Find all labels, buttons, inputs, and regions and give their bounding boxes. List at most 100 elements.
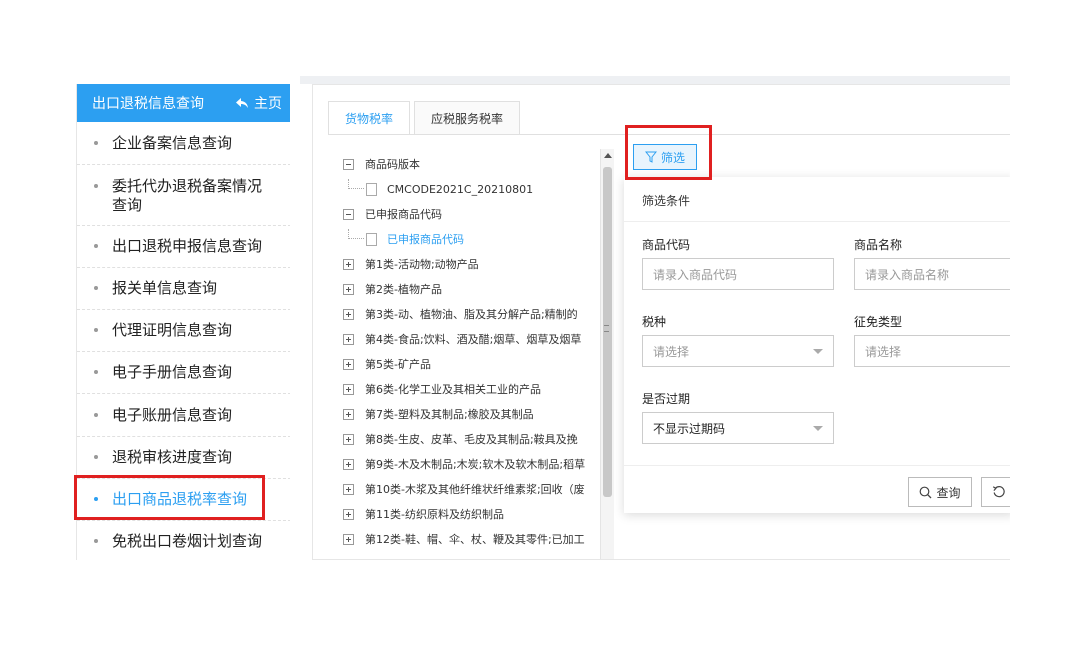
name-input[interactable]: 请录入商品名称 (854, 258, 1010, 290)
back-arrow-icon (236, 98, 248, 108)
sidebar: 出口退税信息查询 主页 企业备案信息查询 委托代办退税备案情况 查询 出口退税申… (76, 84, 290, 560)
tab-goods-rate[interactable]: 货物税率 (328, 101, 411, 135)
file-icon (366, 182, 377, 196)
grip-icon (604, 325, 609, 332)
query-button-label: 查询 (936, 485, 961, 500)
expired-label: 是否过期 (642, 392, 691, 406)
collapse-icon[interactable] (343, 208, 354, 220)
expired-select[interactable]: 不显示过期码 (642, 412, 834, 444)
sidebar-item-label: 电子账册信息查询 (112, 406, 233, 424)
tree-scrollbar[interactable] (600, 149, 614, 559)
filter-button[interactable]: 筛选 (633, 144, 697, 170)
expand-icon[interactable] (343, 408, 354, 420)
search-icon (920, 486, 932, 498)
tree-leaf-cmcode[interactable]: CMCODE2021C_20210801 (343, 179, 533, 199)
bullet-icon (94, 328, 98, 332)
tree-node-class[interactable]: 第11类-纺织原料及纺织制品 (343, 504, 504, 524)
expand-icon[interactable] (343, 558, 354, 559)
exempt-type-select[interactable]: 请选择 (854, 335, 1010, 367)
sidebar-item-agency-cert[interactable]: 代理证明信息查询 (77, 321, 290, 340)
refresh-icon (992, 486, 1005, 498)
expand-icon[interactable] (343, 308, 354, 320)
sidebar-item-label: 电子手册信息查询 (112, 363, 233, 381)
bullet-icon (94, 497, 98, 501)
home-link[interactable]: 主页 (235, 84, 282, 122)
expand-icon[interactable] (343, 458, 354, 470)
reset-button[interactable] (981, 477, 1010, 507)
code-label: 商品代码 (642, 238, 691, 252)
expand-icon[interactable] (343, 358, 354, 370)
sidebar-header: 出口退税信息查询 主页 (77, 84, 290, 122)
tab-bar: 货物税率 应税服务税率 (328, 101, 524, 135)
tree-node-class[interactable]: 第2类-植物产品 (343, 279, 442, 299)
bullet-icon (94, 370, 98, 374)
tree-node-class[interactable]: 第1类-活动物;动物产品 (343, 254, 479, 274)
tree-node-class[interactable]: 第12类-鞋、帽、伞、杖、鞭及其零件;已加工 (343, 529, 585, 549)
filter-panel: 筛选条件 商品代码 商品名称 请录入商品代码 请录入商品名称 税种 征免类型 请… (624, 177, 1010, 513)
tree-leaf-declared[interactable]: 已申报商品代码 (343, 229, 464, 249)
tree-node-class[interactable]: 第8类-生皮、皮革、毛皮及其制品;鞍具及挽 (343, 429, 578, 449)
chevron-down-icon (813, 349, 823, 354)
tree-node-class[interactable]: 第7类-塑料及其制品;橡胶及其制品 (343, 404, 534, 424)
filter-button-label: 筛选 (660, 150, 685, 165)
tax-type-select[interactable]: 请选择 (642, 335, 834, 367)
scroll-up-icon[interactable] (604, 153, 612, 158)
bullet-icon (94, 539, 98, 543)
bullet-icon (94, 286, 98, 290)
sidebar-item-declaration[interactable]: 出口退税申报信息查询 (77, 237, 290, 256)
bullet-icon (94, 413, 98, 417)
expand-icon[interactable] (343, 383, 354, 395)
code-input[interactable]: 请录入商品代码 (642, 258, 834, 290)
sidebar-item-review-progress[interactable]: 退税审核进度查询 (77, 448, 290, 467)
funnel-icon (644, 151, 657, 163)
top-bar (300, 76, 1010, 84)
sidebar-item-label: 退税审核进度查询 (112, 448, 233, 466)
tree-node-class[interactable]: 第10类-木浆及其他纤维状纤维素浆;回收（废 (343, 479, 585, 499)
tax-type-label: 税种 (642, 315, 667, 329)
main-panel: 货物税率 应税服务税率 商品码版本 CMCODE2021C_20210801 已… (312, 84, 1010, 560)
scroll-thumb[interactable] (603, 167, 612, 497)
tree-node-class[interactable]: 第6类-化学工业及其相关工业的产品 (343, 379, 541, 399)
bullet-icon (94, 141, 98, 145)
tree-node-version[interactable]: 商品码版本 (343, 154, 420, 174)
sidebar-item-label: 委托代办退税备案情况 查询 (112, 177, 263, 214)
exempt-type-label: 征免类型 (854, 315, 903, 329)
sidebar-item-enterprise-filing[interactable]: 企业备案信息查询 (77, 134, 290, 153)
sidebar-item-agent-filing[interactable]: 委托代办退税备案情况 查询 (77, 177, 290, 215)
sidebar-item-rebate-rate[interactable]: 出口商品退税率查询 (77, 490, 290, 509)
sidebar-item-customs[interactable]: 报关单信息查询 (77, 279, 290, 298)
tree-node-class[interactable]: 第9类-木及木制品;木炭;软木及软木制品;稻草 (343, 454, 585, 474)
query-button[interactable]: 查询 (908, 477, 972, 507)
name-label: 商品名称 (854, 238, 903, 252)
sidebar-item-e-ledger[interactable]: 电子账册信息查询 (77, 406, 290, 425)
sidebar-item-label: 代理证明信息查询 (112, 321, 233, 339)
tab-service-rate[interactable]: 应税服务税率 (414, 101, 521, 135)
home-label: 主页 (254, 96, 282, 112)
tree-node-class[interactable]: 第5类-矿产品 (343, 354, 431, 374)
file-icon (366, 232, 377, 246)
expand-icon[interactable] (343, 508, 354, 520)
expand-icon[interactable] (343, 333, 354, 345)
sidebar-item-label: 出口商品退税率查询 (112, 490, 248, 508)
expand-icon[interactable] (343, 283, 354, 295)
sidebar-item-label: 出口退税申报信息查询 (112, 237, 263, 255)
bullet-icon (94, 455, 98, 459)
collapse-icon[interactable] (343, 158, 354, 170)
chevron-down-icon (813, 426, 823, 431)
tree-node-class[interactable]: 第4类-食品;饮料、酒及醋;烟草、烟草及烟草 (343, 329, 581, 349)
filter-title: 筛选条件 (642, 194, 691, 208)
bullet-icon (94, 184, 98, 188)
sidebar-item-label: 企业备案信息查询 (112, 134, 233, 152)
sidebar-item-label: 报关单信息查询 (112, 279, 218, 297)
sidebar-item-label: 免税出口卷烟计划查询 (112, 532, 263, 550)
expand-icon[interactable] (343, 433, 354, 445)
category-tree: 商品码版本 CMCODE2021C_20210801 已申报商品代码 已申报商品… (343, 147, 603, 559)
tree-node-class[interactable]: 第3类-动、植物油、脂及其分解产品;精制的 (343, 304, 578, 324)
tree-node-class[interactable] (343, 554, 365, 559)
expand-icon[interactable] (343, 533, 354, 545)
expand-icon[interactable] (343, 258, 354, 270)
tree-node-declared[interactable]: 已申报商品代码 (343, 204, 442, 224)
expand-icon[interactable] (343, 483, 354, 495)
sidebar-item-cigarette-plan[interactable]: 免税出口卷烟计划查询 (77, 532, 290, 551)
sidebar-item-e-manual[interactable]: 电子手册信息查询 (77, 363, 290, 382)
